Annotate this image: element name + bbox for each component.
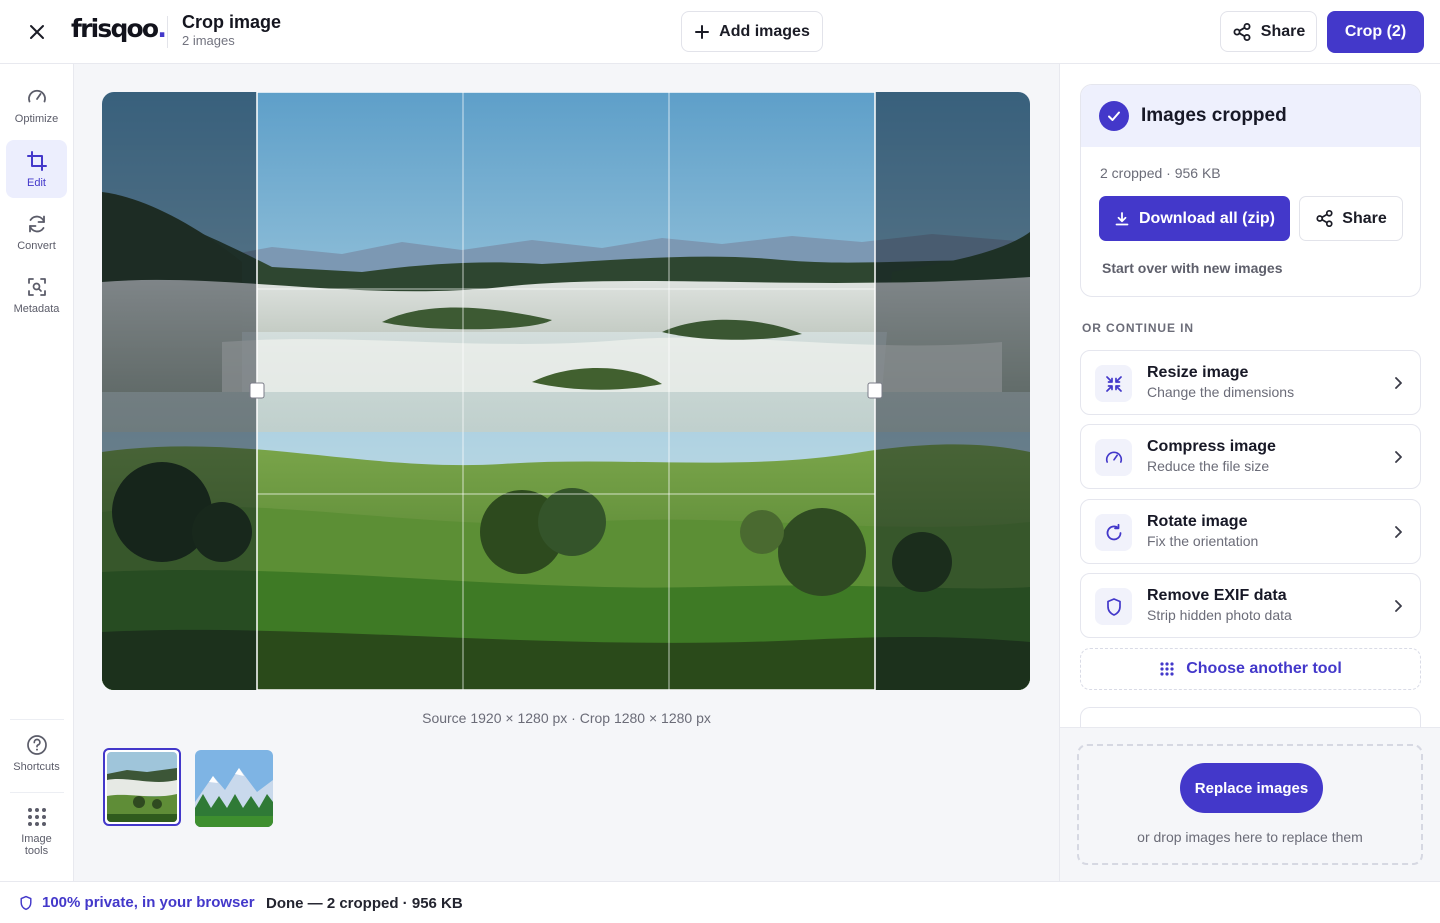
tool-description: Reduce the file size [1147,458,1270,474]
rail-item-label: Image tools [21,833,52,857]
crop-icon [26,150,47,171]
rail-divider [10,792,64,793]
rail-item-convert[interactable]: Convert [6,203,67,261]
shield-icon [20,895,32,910]
chevron-right-icon [1395,600,1402,612]
tool-title: Rotate image [1147,513,1248,530]
rail-item-edit[interactable]: Edit [6,140,67,198]
tool-title: Compress image [1147,438,1276,455]
tool-card-resize[interactable]: Resize image Change the dimensions [1080,350,1421,415]
rail-divider [10,719,64,720]
thumbnail-landscape-image [107,752,177,822]
tool-rail: Optimize Edit Convert Metadata Shortcuts… [0,64,74,881]
choose-another-tool-label: Choose another tool [1186,660,1342,677]
help-circle-icon [26,734,47,755]
start-over-link[interactable]: Start over with new images [1102,260,1283,276]
add-images-button[interactable]: Add images [681,11,823,52]
share-icon [1233,22,1251,41]
plus-icon [695,24,710,39]
close-button[interactable] [22,17,52,47]
check-icon [1099,101,1129,131]
thumbnail-mountain-image [195,750,273,827]
result-title: Images cropped [1141,105,1287,126]
image-preview [102,92,1030,690]
tool-description: Fix the orientation [1147,533,1259,549]
chevron-right-icon [1395,526,1402,538]
download-icon [1115,211,1129,225]
privacy-badge: 100% private, in your browser [18,894,255,911]
result-card: Images cropped 2 cropped · 956 KB Downlo… [1080,84,1421,297]
rail-item-label: Shortcuts [13,760,60,773]
landscape-photo [102,92,1030,690]
add-images-label: Add images [719,22,810,40]
title-divider [167,16,168,48]
page-title: Crop image [182,12,282,32]
crop-handle-right[interactable] [867,382,883,399]
brand-name: frisqoo [71,14,159,43]
close-icon [30,25,44,39]
editor-canvas: Source 1920 × 1280 px · Crop 1280 × 1280… [74,64,1059,881]
choose-another-tool-button[interactable]: Choose another tool [1080,648,1421,690]
tool-description: Strip hidden photo data [1147,607,1292,623]
status-bar: 100% private, in your browser Done — 2 c… [0,881,1440,923]
rail-item-label: Edit [27,176,46,189]
rail-item-metadata[interactable]: Metadata [6,266,67,324]
crop-shade-right [875,92,1030,690]
rail-item-label-line: tools [24,844,49,857]
tool-card-compress[interactable]: Compress image Reduce the file size [1080,424,1421,489]
crop-handle-left[interactable] [249,382,265,399]
grid-dots-icon [1160,662,1174,676]
rail-item-shortcuts[interactable]: Shortcuts [6,724,67,782]
rail-item-label-line: Image [21,832,52,845]
page-subtitle: 2 images [182,33,235,48]
download-all-label: Download all (zip) [1139,209,1275,227]
thumbnail-2[interactable] [195,750,273,827]
shrink-icon [1095,365,1132,402]
tool-card-rotate[interactable]: Rotate image Fix the orientation [1080,499,1421,564]
replace-images-button[interactable]: Replace images [1180,763,1323,813]
rail-item-image-tools[interactable]: Image tools [6,801,67,861]
privacy-label: 100% private, in your browser [42,894,255,911]
dropzone-hint: or drop images here to replace them [1137,829,1363,845]
drop-region: Replace images or drop images here to re… [1060,727,1440,881]
rail-item-label: Optimize [14,112,59,125]
tool-title: Remove EXIF data [1147,587,1287,604]
download-all-button[interactable]: Download all (zip) [1099,196,1290,241]
crop-dimensions-caption: Source 1920 × 1280 px · Crop 1280 × 1280… [422,710,711,726]
gauge-icon [1095,439,1132,476]
share-icon [1316,209,1333,228]
share-results-label: Share [1342,209,1387,227]
tool-title: Resize image [1147,364,1249,381]
crop-button[interactable]: Crop (2) [1327,11,1424,53]
grid-dots-icon [27,807,46,826]
continue-section-label: OR CONTINUE IN [1082,321,1194,335]
results-panel: Images cropped 2 cropped · 956 KB Downlo… [1059,64,1440,881]
rotate-icon [1095,514,1132,551]
scan-icon [27,277,46,296]
tool-card-remove-exif[interactable]: Remove EXIF data Strip hidden photo data [1080,573,1421,638]
chevron-right-icon [1395,377,1402,389]
app-header: frisqoo. Crop image 2 images Add images … [0,0,1440,64]
refresh-icon [28,215,45,232]
thumbnail-1[interactable] [103,748,181,826]
status-message: Done — 2 cropped · 956 KB [266,895,463,912]
result-meta: 2 cropped · 956 KB [1100,165,1221,181]
gauge-icon [27,89,46,102]
rail-item-label: Metadata [13,302,60,315]
brand-dot: . [157,14,166,43]
share-button[interactable]: Share [1220,11,1317,52]
brand-logo[interactable]: frisqoo. [71,14,167,43]
share-label: Share [1260,22,1306,40]
crop-shade-left [102,92,257,690]
chevron-right-icon [1395,451,1402,463]
result-header: Images cropped [1081,85,1420,147]
rail-item-label: Convert [17,239,56,252]
replace-dropzone[interactable]: Replace images or drop images here to re… [1077,744,1423,865]
share-results-button[interactable]: Share [1299,196,1403,241]
rail-item-optimize[interactable]: Optimize [6,76,67,134]
tool-description: Change the dimensions [1147,384,1295,400]
shield-icon [1095,588,1132,625]
